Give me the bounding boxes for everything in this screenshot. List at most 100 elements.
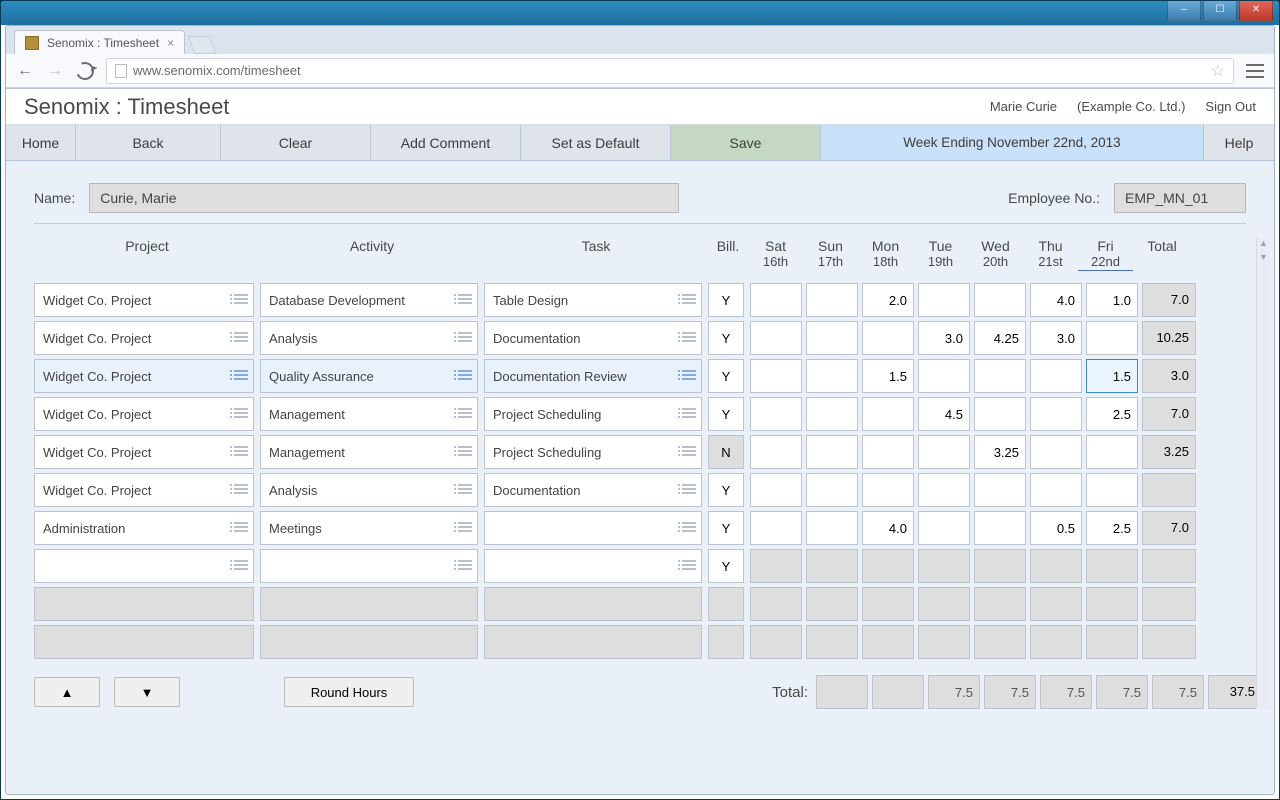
browser-tab[interactable]: Senomix : Timesheet × [14, 30, 185, 54]
hours-cell[interactable] [1030, 511, 1082, 545]
hours-cell[interactable] [1086, 511, 1138, 545]
hours-cell[interactable] [862, 549, 914, 583]
project-picker[interactable] [34, 473, 254, 507]
url-bar[interactable]: www.senomix.com/timesheet ☆ [106, 58, 1234, 84]
hours-cell[interactable] [806, 549, 858, 583]
billable-cell[interactable] [708, 549, 744, 583]
hours-cell[interactable] [918, 549, 970, 583]
hours-cell[interactable] [806, 283, 858, 317]
hours-cell[interactable] [862, 397, 914, 431]
task-picker[interactable] [484, 473, 702, 507]
row-down-button[interactable]: ▼ [114, 677, 180, 707]
project-picker[interactable] [34, 549, 254, 583]
hours-cell[interactable] [918, 435, 970, 469]
hours-cell[interactable] [806, 359, 858, 393]
activity-picker[interactable] [260, 435, 478, 469]
hours-cell[interactable] [918, 359, 970, 393]
hours-cell[interactable] [974, 473, 1026, 507]
hours-cell[interactable] [1030, 397, 1082, 431]
add-comment-button[interactable]: Add Comment [371, 125, 521, 160]
hours-cell[interactable] [918, 511, 970, 545]
task-picker[interactable] [484, 435, 702, 469]
activity-picker[interactable] [260, 549, 478, 583]
hours-cell[interactable] [750, 359, 802, 393]
task-picker[interactable] [484, 549, 702, 583]
project-picker[interactable] [34, 321, 254, 355]
hours-cell[interactable] [974, 283, 1026, 317]
hours-cell[interactable] [750, 397, 802, 431]
project-picker[interactable] [34, 359, 254, 393]
task-picker[interactable] [484, 359, 702, 393]
hours-cell[interactable] [1086, 283, 1138, 317]
help-button[interactable]: Help [1204, 125, 1274, 160]
hours-cell[interactable] [750, 283, 802, 317]
os-close-button[interactable]: ✕ [1239, 1, 1273, 21]
list-icon[interactable] [458, 332, 472, 344]
back-button[interactable]: Back [76, 125, 221, 160]
list-icon[interactable] [458, 484, 472, 496]
list-icon[interactable] [234, 332, 248, 344]
list-icon[interactable] [682, 370, 696, 382]
hours-cell[interactable] [1030, 321, 1082, 355]
hours-cell[interactable] [806, 321, 858, 355]
billable-cell[interactable] [708, 321, 744, 355]
task-picker[interactable] [484, 397, 702, 431]
hours-cell[interactable] [1030, 549, 1082, 583]
bookmark-star-icon[interactable]: ☆ [1211, 61, 1225, 81]
activity-picker[interactable] [260, 397, 478, 431]
hours-cell[interactable] [862, 321, 914, 355]
project-picker[interactable] [34, 397, 254, 431]
row-up-button[interactable]: ▲ [34, 677, 100, 707]
browser-menu-icon[interactable] [1246, 64, 1264, 78]
billable-cell[interactable] [708, 283, 744, 317]
tab-close-icon[interactable]: × [167, 36, 174, 50]
billable-cell[interactable] [708, 511, 744, 545]
os-minimize-button[interactable]: – [1167, 1, 1201, 21]
hours-cell[interactable] [974, 511, 1026, 545]
list-icon[interactable] [458, 560, 472, 572]
name-field[interactable]: Curie, Marie [89, 183, 679, 213]
hours-cell[interactable] [974, 435, 1026, 469]
activity-picker[interactable] [260, 359, 478, 393]
hours-cell[interactable] [1030, 473, 1082, 507]
list-icon[interactable] [682, 332, 696, 344]
scroll-down-icon[interactable] [1257, 252, 1270, 266]
browser-newtab-button[interactable] [188, 36, 217, 54]
hours-cell[interactable] [974, 321, 1026, 355]
list-icon[interactable] [458, 522, 472, 534]
activity-picker[interactable] [260, 511, 478, 545]
hours-cell[interactable] [750, 321, 802, 355]
hours-cell[interactable] [918, 321, 970, 355]
hours-cell[interactable] [1086, 435, 1138, 469]
billable-cell[interactable] [708, 359, 744, 393]
task-picker[interactable] [484, 321, 702, 355]
activity-picker[interactable] [260, 473, 478, 507]
project-picker[interactable] [34, 283, 254, 317]
hours-cell[interactable] [1030, 359, 1082, 393]
nav-forward-icon[interactable]: → [46, 62, 64, 80]
os-maximize-button[interactable]: ☐ [1203, 1, 1237, 21]
hours-cell[interactable] [974, 359, 1026, 393]
hours-cell[interactable] [1086, 473, 1138, 507]
hours-cell[interactable] [974, 397, 1026, 431]
list-icon[interactable] [234, 522, 248, 534]
hours-cell[interactable] [750, 549, 802, 583]
list-icon[interactable] [458, 294, 472, 306]
list-icon[interactable] [682, 560, 696, 572]
list-icon[interactable] [234, 294, 248, 306]
clear-button[interactable]: Clear [221, 125, 371, 160]
list-icon[interactable] [682, 294, 696, 306]
project-picker[interactable] [34, 435, 254, 469]
hours-cell[interactable] [918, 473, 970, 507]
hours-cell[interactable] [806, 511, 858, 545]
list-icon[interactable] [682, 484, 696, 496]
billable-cell[interactable] [708, 473, 744, 507]
hours-cell[interactable] [1086, 397, 1138, 431]
hours-cell[interactable] [862, 473, 914, 507]
hours-cell[interactable] [918, 397, 970, 431]
activity-picker[interactable] [260, 321, 478, 355]
hours-cell[interactable] [1030, 283, 1082, 317]
week-ending-label[interactable]: Week Ending November 22nd, 2013 [821, 125, 1204, 160]
list-icon[interactable] [682, 522, 696, 534]
list-icon[interactable] [458, 408, 472, 420]
